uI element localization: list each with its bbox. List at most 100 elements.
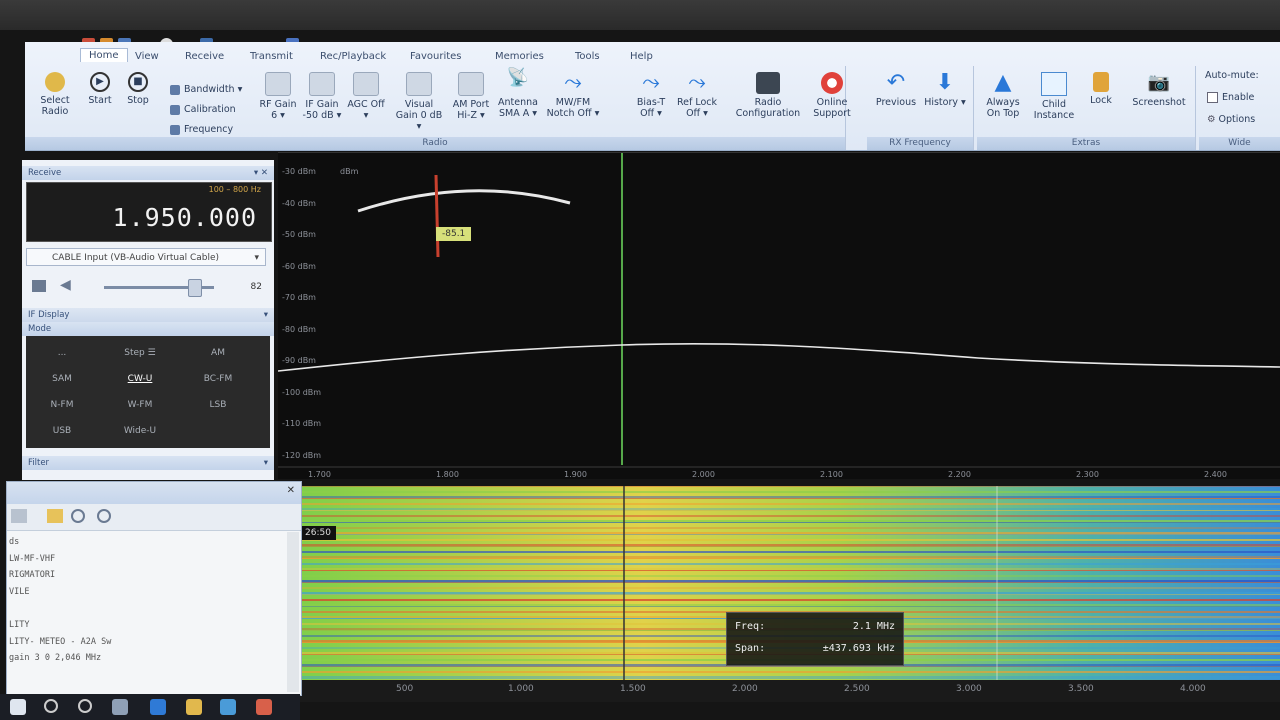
gear-icon: ⚙	[1207, 114, 1219, 125]
tab-transmit[interactable]: Transmit	[250, 51, 293, 62]
edge-icon[interactable]	[150, 699, 166, 715]
dbm-tick-label: -90 dBm	[282, 356, 316, 365]
options-button[interactable]: ⚙ Options	[1207, 114, 1255, 125]
search-icon[interactable]	[44, 699, 58, 713]
close-icon[interactable]: ▾ ✕	[254, 166, 268, 180]
frequency-button[interactable]: Frequency	[170, 124, 233, 135]
lock-button[interactable]: Lock	[1081, 72, 1121, 106]
radio-configuration-button[interactable]: Radio Configuration	[733, 72, 803, 119]
waveform-icon[interactable]	[32, 280, 46, 292]
app-icon[interactable]	[256, 699, 272, 715]
task-view-icon[interactable]	[112, 699, 128, 715]
waterfall-tick-label: 4.000	[1180, 684, 1206, 694]
store-icon[interactable]	[220, 699, 236, 715]
start-button[interactable]: ▶ Start	[85, 72, 115, 106]
log-line: gain 3 0 2,046 MHz	[9, 653, 102, 664]
history-button[interactable]: ⬇ History ▾	[923, 70, 967, 109]
radio-select-icon	[45, 72, 65, 92]
mode-button[interactable]: Step ☰	[110, 348, 170, 358]
log-scrollbar[interactable]	[287, 532, 299, 692]
mode-button[interactable]: Wide-U	[110, 426, 170, 436]
always-on-top-button[interactable]: ▲ Always On Top	[979, 70, 1027, 120]
speaker-icon[interactable]: ◀	[60, 277, 71, 293]
tooltip-freq-value: 2.1 MHz	[852, 621, 895, 632]
online-support-button[interactable]: Online Support	[807, 72, 857, 119]
filter-header[interactable]: Filter ▾	[22, 456, 274, 470]
previous-button[interactable]: ↶ Previous	[873, 72, 919, 109]
lock-icon	[1093, 72, 1109, 92]
mode-button[interactable]: SAM	[32, 374, 92, 384]
tab-tools[interactable]: Tools	[575, 51, 600, 62]
log-toolbar	[7, 504, 301, 531]
menu-icon[interactable]	[11, 509, 27, 523]
frequency-display[interactable]: 100 – 800 Hz 1.950.000	[26, 182, 272, 242]
tab-receive[interactable]: Receive	[185, 51, 224, 62]
bias-t-dropdown[interactable]: ⤳ Bias-T Off ▾	[631, 72, 671, 120]
mode-button[interactable]: USB	[32, 426, 92, 436]
dbm-tick-label: -40 dBm	[282, 198, 316, 208]
visual-gain-dropdown[interactable]: Visual Gain 0 dB ▾	[395, 72, 443, 132]
mode-button[interactable]: LSB	[188, 400, 248, 410]
frequency-tick-label: 1.800	[436, 470, 459, 479]
waterfall-band	[300, 491, 1280, 493]
tab-rec-playback[interactable]: Rec/Playback	[320, 51, 386, 62]
folder-icon[interactable]	[47, 509, 63, 523]
wide-group: Auto-mute: Enable ⚙ Options Wide	[1199, 66, 1280, 150]
tab-help[interactable]: Help	[630, 51, 653, 62]
mode-button[interactable]: W-FM	[110, 400, 170, 410]
mode-button[interactable]: N-FM	[32, 400, 92, 410]
spectrum-display[interactable]: dBm -30 dBm -40 dBm -50 dBm -60 dBm -70 dBm -…	[278, 152, 1280, 479]
camera-icon: 📷	[1147, 72, 1171, 93]
mode-button[interactable]: CW-U	[110, 374, 170, 384]
input-source-select[interactable]: CABLE Input (VB-Audio Virtual Cable) ▾	[26, 248, 266, 266]
close-icon[interactable]: ✕	[287, 485, 295, 496]
tab-home[interactable]: Home	[80, 48, 128, 62]
calibration-button[interactable]: Calibration	[170, 104, 236, 115]
rf-gain-dropdown[interactable]: RF Gain 6 ▾	[257, 72, 299, 121]
extras-label: Extras	[977, 137, 1195, 150]
am-port-dropdown[interactable]: AM Port Hi-Z ▾	[449, 72, 493, 121]
log-line: LW-MF-VHF	[9, 553, 56, 564]
tab-view[interactable]: View	[135, 51, 159, 62]
log-line: LITY- METEO - A2A Sw	[9, 636, 112, 647]
select-radio-label: Select Radio	[40, 95, 70, 117]
enable-checkbox[interactable]: Enable	[1207, 92, 1254, 103]
log-line: LITY	[9, 619, 30, 630]
screenshot-button[interactable]: 📷 Screenshot	[1127, 72, 1191, 108]
agc-dropdown[interactable]: AGC Off ▾	[347, 72, 385, 121]
mode-button[interactable]: BC-FM	[188, 374, 248, 384]
tab-memories[interactable]: Memories	[495, 51, 544, 62]
mode-header[interactable]: Mode	[22, 322, 274, 336]
radio-config-label: Radio Configuration	[735, 97, 801, 119]
waterfall-display[interactable]: 26:50 Freq: 2.1 MHz Span: ±437.693 kHz	[300, 486, 1280, 680]
frequency-tooltip: Freq: 2.1 MHz Span: ±437.693 kHz	[726, 612, 904, 666]
down-arrow-icon: ⬇	[935, 70, 955, 95]
if-gain-dropdown[interactable]: IF Gain -50 dB ▾	[301, 72, 343, 121]
waterfall-band	[300, 534, 1280, 535]
ribbon: Home View Receive Transmit Rec/Playback …	[25, 42, 1280, 151]
zoom-in-icon[interactable]	[71, 509, 85, 523]
spectrum-canvas	[278, 153, 1280, 468]
child-instance-button[interactable]: Child Instance	[1029, 72, 1079, 121]
antenna-dropdown[interactable]: 📡 Antenna SMA A ▾	[495, 69, 541, 120]
windows-start-icon[interactable]	[10, 699, 26, 715]
tab-favourites[interactable]: Favourites	[410, 51, 462, 62]
if-display-header[interactable]: IF Display ▾	[22, 308, 274, 322]
stop-button[interactable]: ■ Stop	[123, 72, 153, 106]
frequency-value[interactable]: 1.950.000	[113, 203, 257, 232]
cortana-icon[interactable]	[78, 699, 92, 713]
waterfall-band	[300, 498, 1280, 499]
select-radio-button[interactable]: Select Radio	[35, 72, 75, 117]
waterfall-band	[300, 527, 1280, 529]
zoom-out-icon[interactable]	[97, 509, 111, 523]
mode-grid: ... Step ☰ AM SAM CW-U BC-FM N-FM W-FM LSB USB Wid…	[26, 336, 270, 448]
volume-slider-thumb[interactable]	[188, 279, 203, 297]
notch-dropdown[interactable]: ⤳ MW/FM Notch Off ▾	[545, 72, 601, 120]
ref-lock-dropdown[interactable]: ⤳ Ref Lock Off ▾	[675, 72, 719, 120]
file-explorer-icon[interactable]	[186, 699, 202, 715]
bandwidth-button[interactable]: Bandwidth ▾	[170, 84, 242, 95]
mode-button[interactable]: ...	[32, 348, 92, 358]
mode-button[interactable]: AM	[188, 348, 248, 358]
pin-icon: ▲	[994, 70, 1012, 95]
log-window-titlebar[interactable]: ✕	[7, 482, 301, 504]
